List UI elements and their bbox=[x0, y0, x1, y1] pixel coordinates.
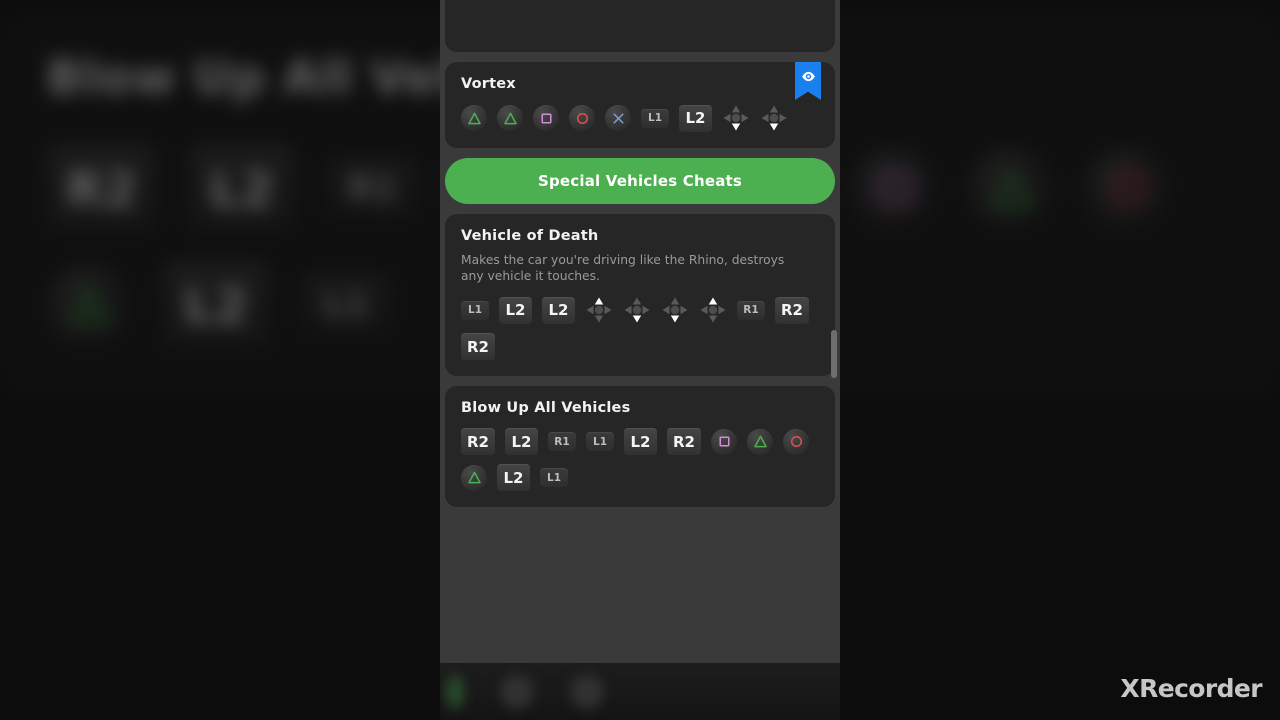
button-label: R2 bbox=[781, 301, 803, 319]
button-label: L2 bbox=[209, 159, 274, 218]
eye-icon bbox=[801, 69, 816, 88]
dpad-up-icon bbox=[585, 296, 613, 324]
vehicle-of-death-card[interactable]: Vehicle of Death Makes the car you're dri… bbox=[445, 214, 835, 376]
button-label: R2 bbox=[673, 432, 695, 451]
cheat-title: Blow Up All Vehicles bbox=[461, 400, 631, 416]
button-l2: L2 bbox=[188, 145, 295, 233]
button-r1: R1 bbox=[327, 158, 418, 220]
button-triangle bbox=[461, 464, 487, 491]
button-r1: R1 bbox=[737, 300, 765, 320]
button-triangle bbox=[968, 146, 1053, 231]
button-r2: R2 bbox=[667, 428, 701, 455]
button-l2: L2 bbox=[624, 428, 657, 455]
app-screenshot: Vortex L1 L2 Special Vehicles Cheats Vehicle… bbox=[0, 0, 1280, 720]
button-label: R2 bbox=[65, 159, 137, 218]
cheat-title: Vortex bbox=[461, 76, 516, 92]
button-square bbox=[533, 105, 559, 131]
clipped-card[interactable] bbox=[445, 0, 835, 52]
button-circle bbox=[1085, 146, 1169, 231]
button-triangle bbox=[46, 263, 131, 347]
xrecorder-watermark: XRecorder bbox=[1120, 674, 1262, 703]
button-triangle bbox=[747, 428, 773, 455]
button-circle bbox=[569, 105, 595, 131]
cheat-description: Makes the car you're driving like the Rh… bbox=[461, 253, 785, 283]
button-label: L2 bbox=[685, 109, 706, 127]
button-label: L2 bbox=[505, 301, 526, 319]
button-label: L2 bbox=[503, 468, 524, 487]
cheat-code-row: L1 L2 L2 R1 R2 R2 bbox=[461, 296, 819, 360]
blow-up-all-vehicles-card[interactable]: Blow Up All Vehicles R2 L2 R1 L1 L2 R2 L2 L1 bbox=[445, 386, 835, 507]
button-label: L2 bbox=[183, 275, 249, 334]
button-label: L2 bbox=[548, 301, 569, 319]
button-r2: R2 bbox=[775, 296, 809, 324]
button-l2: L2 bbox=[162, 261, 270, 349]
dpad-up-icon bbox=[699, 296, 727, 324]
button-label: R1 bbox=[554, 435, 570, 448]
button-l2: L2 bbox=[505, 428, 538, 455]
button-label: R1 bbox=[347, 169, 398, 209]
cheat-title: Vehicle of Death bbox=[461, 228, 599, 244]
bookmark-ribbon[interactable] bbox=[795, 62, 821, 100]
nav-item-2[interactable] bbox=[500, 674, 534, 709]
button-label: L1 bbox=[547, 471, 561, 484]
cheat-code-row: L1 L2 bbox=[461, 104, 819, 132]
button-r2: R2 bbox=[461, 333, 495, 360]
nav-item-3[interactable] bbox=[570, 674, 604, 709]
button-l2: L2 bbox=[499, 296, 532, 324]
dpad-down-icon bbox=[661, 296, 689, 324]
vortex-card[interactable]: Vortex L1 L2 bbox=[445, 62, 835, 148]
bottom-nav-strip bbox=[440, 663, 840, 720]
button-r1: R1 bbox=[548, 432, 576, 451]
button-r2: R2 bbox=[461, 428, 495, 455]
dpad-down-icon bbox=[623, 296, 651, 324]
button-label: L2 bbox=[511, 432, 532, 451]
button-label: L1 bbox=[323, 285, 370, 325]
button-l2: L2 bbox=[679, 104, 712, 132]
button-label: R2 bbox=[467, 432, 489, 451]
button-label: R1 bbox=[743, 304, 759, 316]
button-label: L1 bbox=[468, 304, 482, 316]
button-l2: L2 bbox=[542, 296, 575, 324]
button-triangle bbox=[461, 105, 487, 131]
scrollbar-thumb[interactable] bbox=[831, 330, 837, 378]
button-triangle bbox=[497, 105, 523, 131]
button-l1: L1 bbox=[586, 432, 614, 451]
cheat-code-row: R2 L2 R1 L1 L2 R2 L2 L1 bbox=[461, 428, 819, 491]
phone-screen: Vortex L1 L2 Special Vehicles Cheats Vehicle… bbox=[440, 0, 840, 720]
dpad-down-icon bbox=[722, 104, 750, 132]
special-vehicles-cheats-button[interactable]: Special Vehicles Cheats bbox=[445, 158, 835, 204]
nav-item-1[interactable] bbox=[446, 674, 464, 709]
button-r2: R2 bbox=[46, 145, 157, 233]
button-circle bbox=[783, 428, 809, 455]
button-square bbox=[852, 146, 937, 231]
dpad-down-icon bbox=[760, 104, 788, 132]
bottom-nav-blurred-items bbox=[440, 663, 840, 720]
button-cross bbox=[605, 105, 631, 131]
button-label: L2 bbox=[630, 432, 651, 451]
button-label: L1 bbox=[593, 435, 607, 448]
button-label: L1 bbox=[648, 112, 662, 124]
cheats-scroll-area[interactable]: Vortex L1 L2 Special Vehicles Cheats Vehicle… bbox=[440, 0, 840, 665]
button-l2: L2 bbox=[497, 464, 530, 491]
button-label: R2 bbox=[467, 337, 489, 356]
button-l1: L1 bbox=[301, 274, 392, 336]
button-l1: L1 bbox=[540, 468, 568, 487]
button-square bbox=[711, 428, 737, 455]
scrollbar[interactable] bbox=[831, 320, 837, 660]
button-l1: L1 bbox=[641, 108, 669, 128]
button-l1: L1 bbox=[461, 300, 489, 320]
